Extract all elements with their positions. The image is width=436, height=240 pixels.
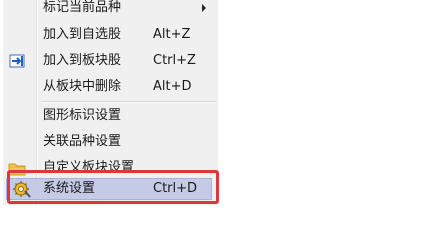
add-to-block-icon — [9, 54, 25, 68]
menu-item-graphic-marker-settings[interactable]: 图形标识设置 — [3, 104, 218, 128]
menu-item-add-to-watchlist[interactable]: 加入到自选股 Alt+Z — [3, 23, 218, 47]
menu-item-shortcut: Alt+Z — [153, 27, 191, 42]
menu-item-label: 加入到自选股 — [43, 27, 122, 42]
menu-item-label: 加入到板块股 — [43, 53, 122, 68]
menu-separator — [41, 101, 216, 103]
menu-item-shortcut: Alt+D — [153, 79, 192, 94]
menu-item-remove-from-block[interactable]: 从板块中删除 Alt+D — [3, 75, 218, 99]
menu-item-label: 从板块中删除 — [43, 79, 122, 94]
menu-item-related-symbol-settings[interactable]: 关联品种设置 — [3, 130, 218, 154]
annotation-highlight-box — [7, 170, 219, 204]
menu-item-label: 图形标识设置 — [43, 108, 122, 123]
menu-item-add-to-block[interactable]: 加入到板块股 Ctrl+Z — [3, 49, 218, 73]
menu-item-label: 关联品种设置 — [43, 134, 122, 149]
submenu-arrow-icon — [202, 4, 206, 12]
menu-item-label: 标记当前品种 — [43, 0, 122, 15]
menu-item-mark-current-symbol[interactable]: 标记当前品种 — [3, 0, 218, 20]
menu-item-shortcut: Ctrl+Z — [153, 53, 196, 68]
